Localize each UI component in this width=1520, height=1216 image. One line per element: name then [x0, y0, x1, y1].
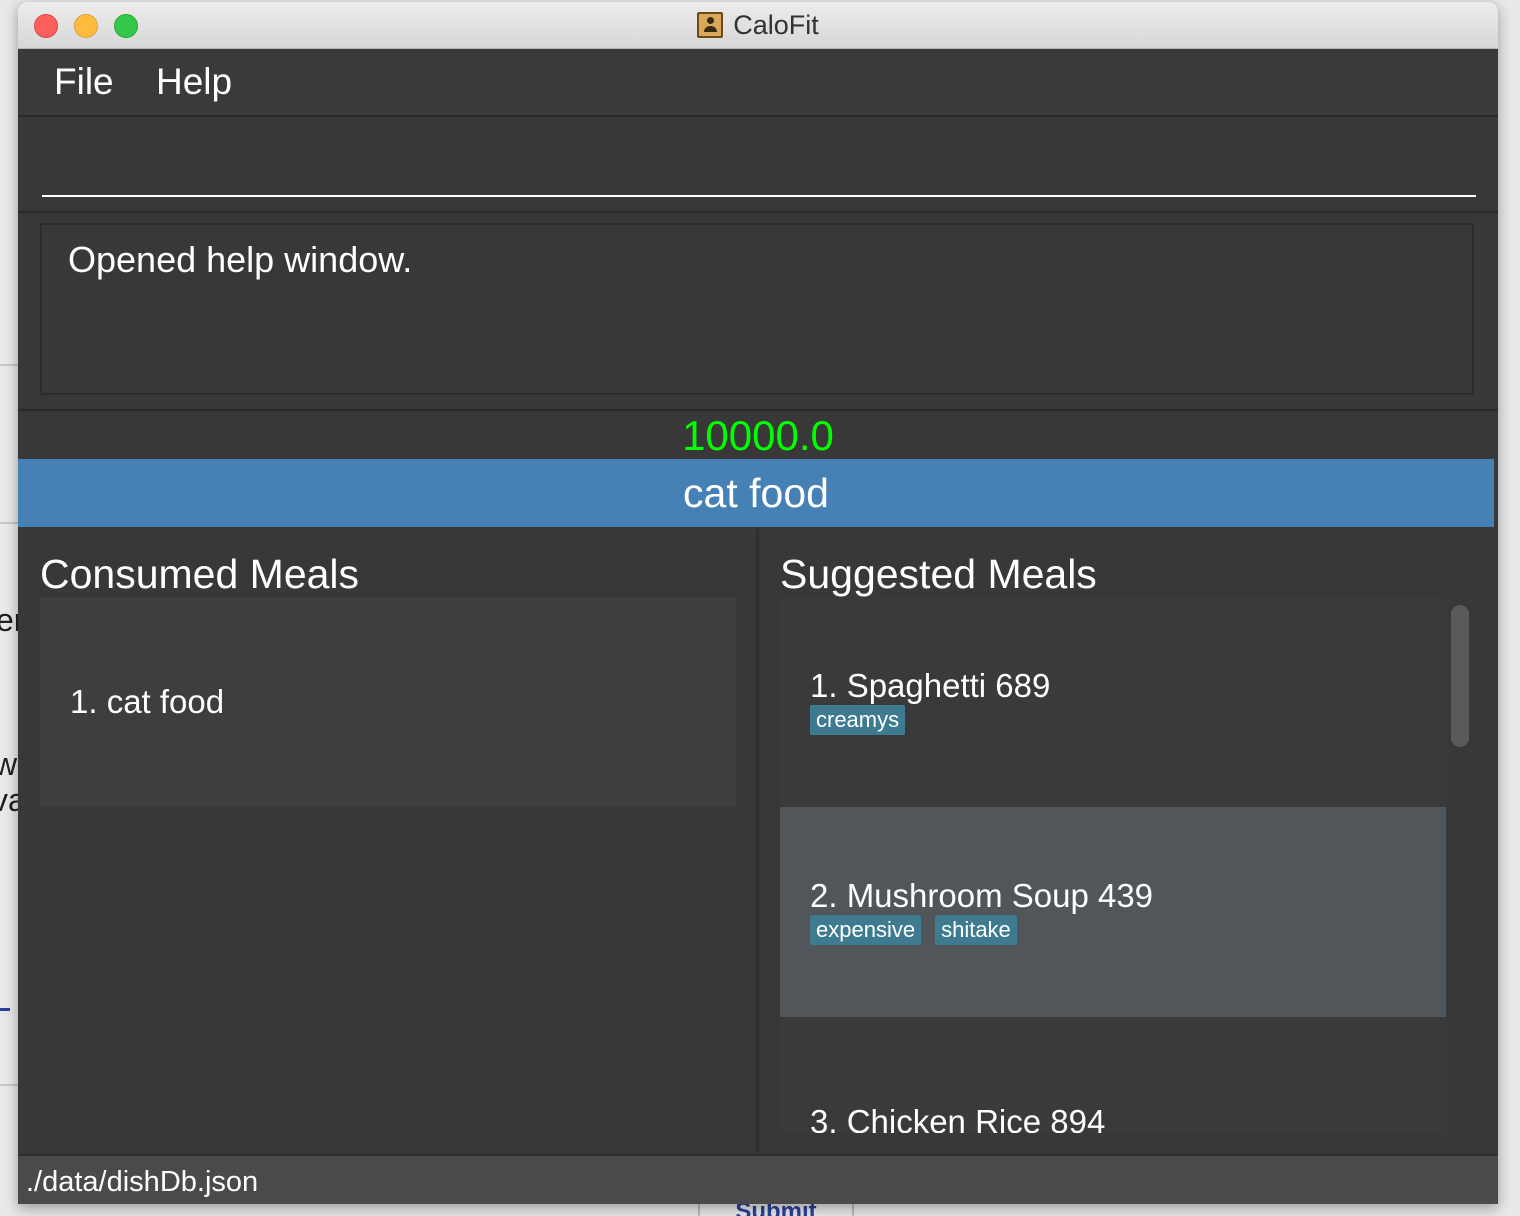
result-message: Opened help window. — [68, 239, 413, 280]
background-link-underline — [0, 1008, 10, 1011]
background-divider — [0, 522, 18, 524]
meal-name: 2. Mushroom Soup 439 — [810, 877, 1154, 914]
background-text-fragment: w — [0, 746, 18, 782]
menu-file[interactable]: File — [54, 61, 114, 103]
command-box — [18, 117, 1498, 213]
meal-name: 1. Spaghetti 689 — [810, 667, 1051, 704]
consumed-meals-title: Consumed Meals — [40, 551, 360, 597]
command-input[interactable] — [42, 147, 1476, 197]
menu-bar: File Help — [18, 49, 1498, 117]
tag-label: creamys — [810, 705, 906, 735]
list-item[interactable]: 1. Spaghetti 689 creamys — [780, 597, 1446, 807]
current-meal-banner: cat food — [18, 459, 1494, 527]
window-title: CaloFit — [733, 9, 819, 40]
calorie-budget-value: 10000.0 — [682, 412, 834, 459]
consumed-meals-panel: Consumed Meals 1. cat food — [18, 529, 759, 1153]
suggested-meals-panel: Suggested Meals 1. Spaghetti 689 creamys… — [759, 529, 1498, 1153]
data-file-path: ./data/dishDb.json — [26, 1166, 259, 1198]
current-meal-label: cat food — [683, 470, 829, 516]
meal-tags: creamys — [810, 705, 906, 735]
list-item[interactable]: 3. Chicken Rice 894 — [780, 1017, 1446, 1133]
title-bar[interactable]: CaloFit — [18, 2, 1498, 49]
result-display-area: Opened help window. — [18, 213, 1498, 411]
menu-help[interactable]: Help — [156, 61, 232, 103]
meal-name: 3. Chicken Rice 894 — [810, 1103, 1106, 1133]
result-display[interactable]: Opened help window. — [40, 223, 1474, 395]
meal-tags: expensive shitake — [810, 915, 1017, 945]
list-item[interactable]: 2. Mushroom Soup 439 expensive shitake — [780, 807, 1446, 1017]
suggested-meals-list[interactable]: 1. Spaghetti 689 creamys 2. Mushroom Sou… — [780, 597, 1446, 1133]
calorie-budget-display: 10000.0 — [18, 412, 1498, 460]
background-divider — [0, 364, 18, 366]
calofit-window: CaloFit File Help Opened help window. 10… — [18, 2, 1498, 1204]
tag-label: shitake — [935, 915, 1017, 945]
app-contact-icon — [697, 12, 724, 38]
suggested-meals-title: Suggested Meals — [780, 551, 1097, 597]
status-bar: ./data/dishDb.json — [18, 1154, 1498, 1204]
list-item[interactable]: 1. cat food — [70, 683, 224, 721]
window-title-group: CaloFit — [18, 2, 1498, 48]
consumed-meals-list[interactable]: 1. cat food — [40, 597, 736, 807]
suggested-list-scrollbar[interactable] — [1451, 605, 1469, 747]
tag-label: expensive — [810, 915, 922, 945]
background-divider — [0, 1084, 18, 1086]
